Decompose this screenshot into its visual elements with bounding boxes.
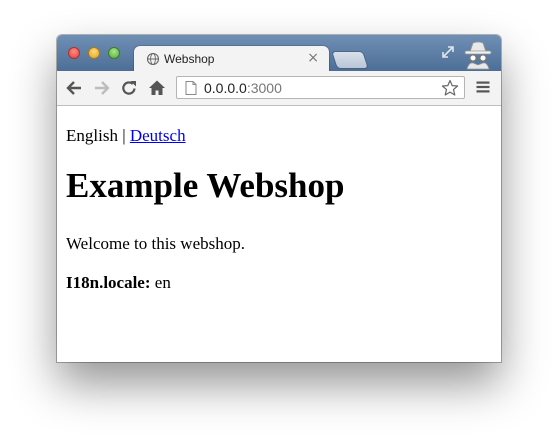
language-switcher: English | Deutsch [66, 126, 186, 146]
current-language: English [66, 126, 118, 145]
hamburger-menu-icon[interactable] [476, 80, 490, 94]
language-separator: | [122, 126, 126, 145]
window-titlebar: Webshop × [57, 35, 501, 72]
minimize-window-button[interactable] [88, 47, 100, 59]
new-tab-button[interactable] [332, 52, 368, 68]
address-bar[interactable]: 0.0.0.0:3000 [176, 76, 465, 99]
browser-window: Webshop × 0.0.0.0:3000 English | Deutsch… [57, 35, 501, 362]
reload-icon[interactable] [119, 78, 139, 98]
fullscreen-icon[interactable] [440, 44, 456, 60]
forward-arrow-icon[interactable] [91, 78, 111, 98]
tab-title: Webshop [164, 52, 215, 66]
locale-info: I18n.locale: en [66, 273, 171, 293]
page-icon [185, 81, 197, 95]
tab-webshop[interactable]: Webshop × [134, 46, 329, 72]
close-tab-icon[interactable]: × [307, 50, 319, 66]
url-port: :3000 [246, 80, 282, 96]
url-text: 0.0.0.0:3000 [204, 80, 282, 96]
zoom-window-button[interactable] [108, 47, 120, 59]
incognito-icon [464, 41, 492, 70]
globe-icon [146, 52, 160, 66]
close-window-button[interactable] [68, 47, 80, 59]
locale-value: en [154, 273, 171, 292]
star-icon[interactable] [441, 79, 459, 97]
home-icon[interactable] [147, 78, 167, 98]
page-title: Example Webshop [66, 166, 345, 205]
browser-toolbar: 0.0.0.0:3000 [57, 71, 501, 106]
deutsch-link[interactable]: Deutsch [130, 126, 186, 145]
page-content: English | Deutsch Example Webshop Welcom… [57, 106, 501, 362]
screenshot-stage: Webshop × 0.0.0.0:3000 English | Deutsch… [0, 0, 558, 441]
welcome-text: Welcome to this webshop. [66, 234, 245, 253]
back-arrow-icon[interactable] [65, 78, 85, 98]
url-host: 0.0.0.0 [204, 80, 247, 96]
locale-label: I18n.locale: [66, 273, 151, 292]
